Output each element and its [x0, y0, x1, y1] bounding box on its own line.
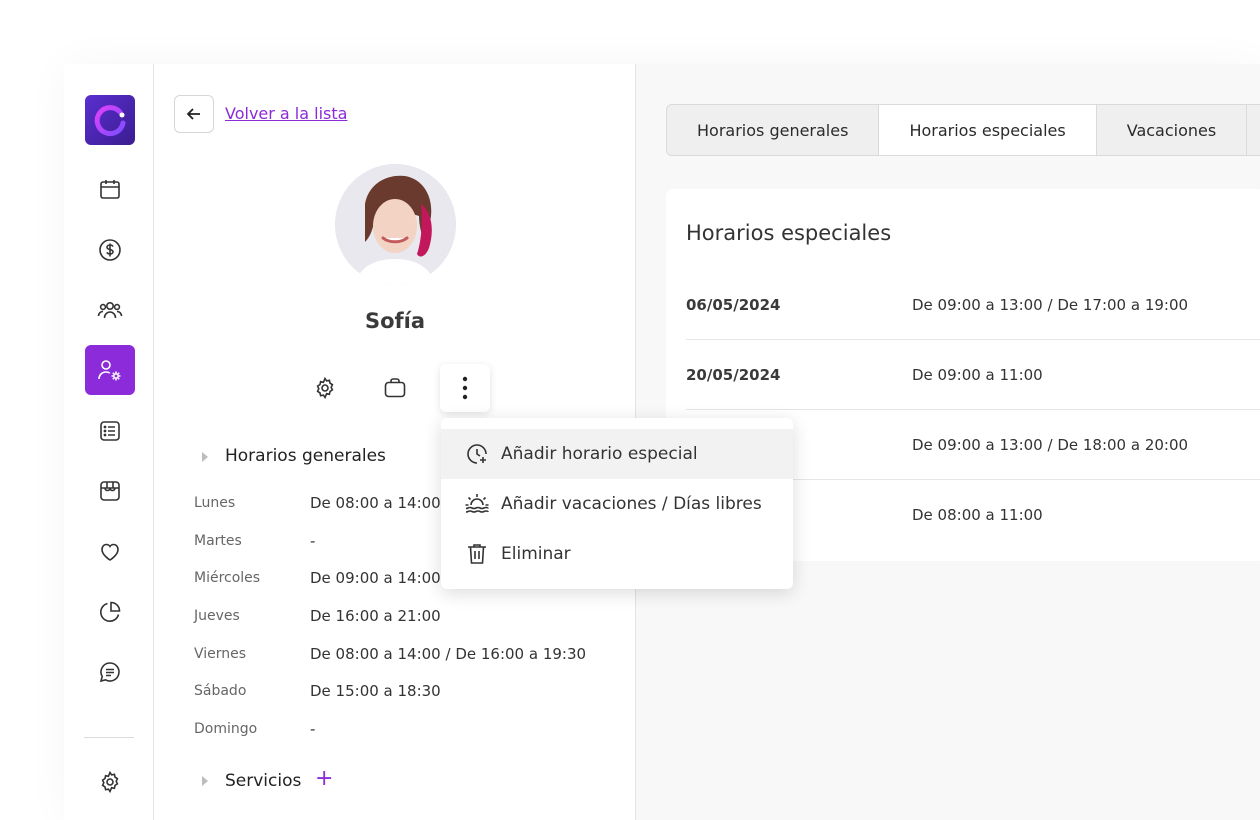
- profile-briefcase-button[interactable]: [370, 364, 420, 412]
- profile-settings-button[interactable]: [300, 364, 350, 412]
- day-hours: De 08:00 a 14:00 / De 16:00 a 19:30: [310, 645, 587, 663]
- arrow-left-icon: [186, 108, 200, 120]
- day-hours: De 16:00 a 21:00: [310, 607, 441, 625]
- day-hours: De 15:00 a 18:30: [310, 682, 441, 700]
- clock-plus-icon: [464, 441, 490, 467]
- caret-right-icon[interactable]: [202, 776, 208, 786]
- row-date: 06/05/2024: [686, 296, 781, 314]
- general-hours-title[interactable]: Horarios generales: [225, 446, 386, 466]
- table-row: 20/05/2024 De 09:00 a 11:00: [686, 340, 1260, 410]
- dollar-icon[interactable]: [85, 225, 135, 275]
- day-label: Jueves: [194, 608, 240, 624]
- avatar: [335, 164, 456, 285]
- menu-item-delete[interactable]: Eliminar: [441, 529, 793, 579]
- heart-icon[interactable]: [85, 527, 135, 577]
- day-label: Lunes: [194, 495, 236, 511]
- row-hours: De 09:00 a 13:00 / De 17:00 a 19:00: [912, 296, 1189, 314]
- caret-right-icon[interactable]: [202, 452, 208, 462]
- back-to-list-link[interactable]: Volver a la lista: [225, 104, 347, 123]
- sunset-icon: [464, 491, 490, 517]
- tab-special-hours[interactable]: Horarios especiales: [879, 105, 1097, 155]
- more-options-button[interactable]: [440, 364, 490, 412]
- day-hours: De 09:00 a 14:00: [310, 569, 441, 587]
- day-label: Martes: [194, 533, 242, 549]
- rail-divider: [84, 737, 134, 738]
- add-service-button[interactable]: +: [315, 768, 333, 790]
- gear-icon: [316, 376, 334, 400]
- table-row: 06/05/2024 De 09:00 a 13:00 / De 17:00 a…: [686, 270, 1260, 340]
- row-hours: De 09:00 a 13:00 / De 18:00 a 20:00: [912, 436, 1189, 454]
- menu-item-add-special-hours[interactable]: Añadir horario especial: [441, 429, 793, 479]
- row-date: 20/05/2024: [686, 366, 781, 384]
- services-title[interactable]: Servicios: [225, 771, 301, 791]
- users-icon[interactable]: [85, 285, 135, 335]
- row-hours: De 09:00 a 11:00: [912, 366, 1043, 384]
- pie-chart-icon[interactable]: [85, 587, 135, 637]
- app-logo[interactable]: [85, 95, 135, 145]
- back-button[interactable]: [174, 95, 214, 133]
- schedule-tabs: Horarios generales Horarios especiales V…: [666, 104, 1260, 156]
- profile-name: Sofía: [364, 309, 426, 333]
- day-label: Domingo: [194, 721, 258, 737]
- menu-item-label: Añadir horario especial: [501, 444, 698, 464]
- message-icon[interactable]: [85, 647, 135, 697]
- menu-item-label: Eliminar: [501, 544, 571, 564]
- settings-icon[interactable]: [85, 757, 135, 807]
- logo-icon: [94, 105, 126, 137]
- options-dropdown-menu: Añadir horario especial Añadir vacacione…: [441, 418, 793, 589]
- row-hours: De 08:00 a 11:00: [912, 506, 1043, 524]
- icon-rail: [64, 64, 154, 820]
- tab-general-hours[interactable]: Horarios generales: [667, 105, 880, 155]
- menu-item-add-vacation[interactable]: Añadir vacaciones / Días libres: [441, 479, 793, 529]
- day-hours: -: [310, 720, 316, 738]
- user-settings-icon[interactable]: [85, 345, 135, 395]
- tab-vacations[interactable]: Vacaciones: [1097, 105, 1248, 155]
- store-icon[interactable]: [85, 466, 135, 516]
- kebab-menu-icon: [462, 376, 468, 400]
- day-label: Sábado: [194, 683, 247, 699]
- list-icon[interactable]: [85, 406, 135, 456]
- briefcase-icon: [384, 378, 406, 398]
- calendar-icon[interactable]: [85, 164, 135, 214]
- menu-item-label: Añadir vacaciones / Días libres: [501, 494, 762, 514]
- day-label: Miércoles: [194, 570, 261, 586]
- day-hours: -: [310, 532, 316, 550]
- trash-icon: [464, 541, 490, 567]
- card-title: Horarios especiales: [686, 221, 892, 245]
- day-hours: De 08:00 a 14:00: [310, 494, 441, 512]
- day-label: Viernes: [194, 646, 247, 662]
